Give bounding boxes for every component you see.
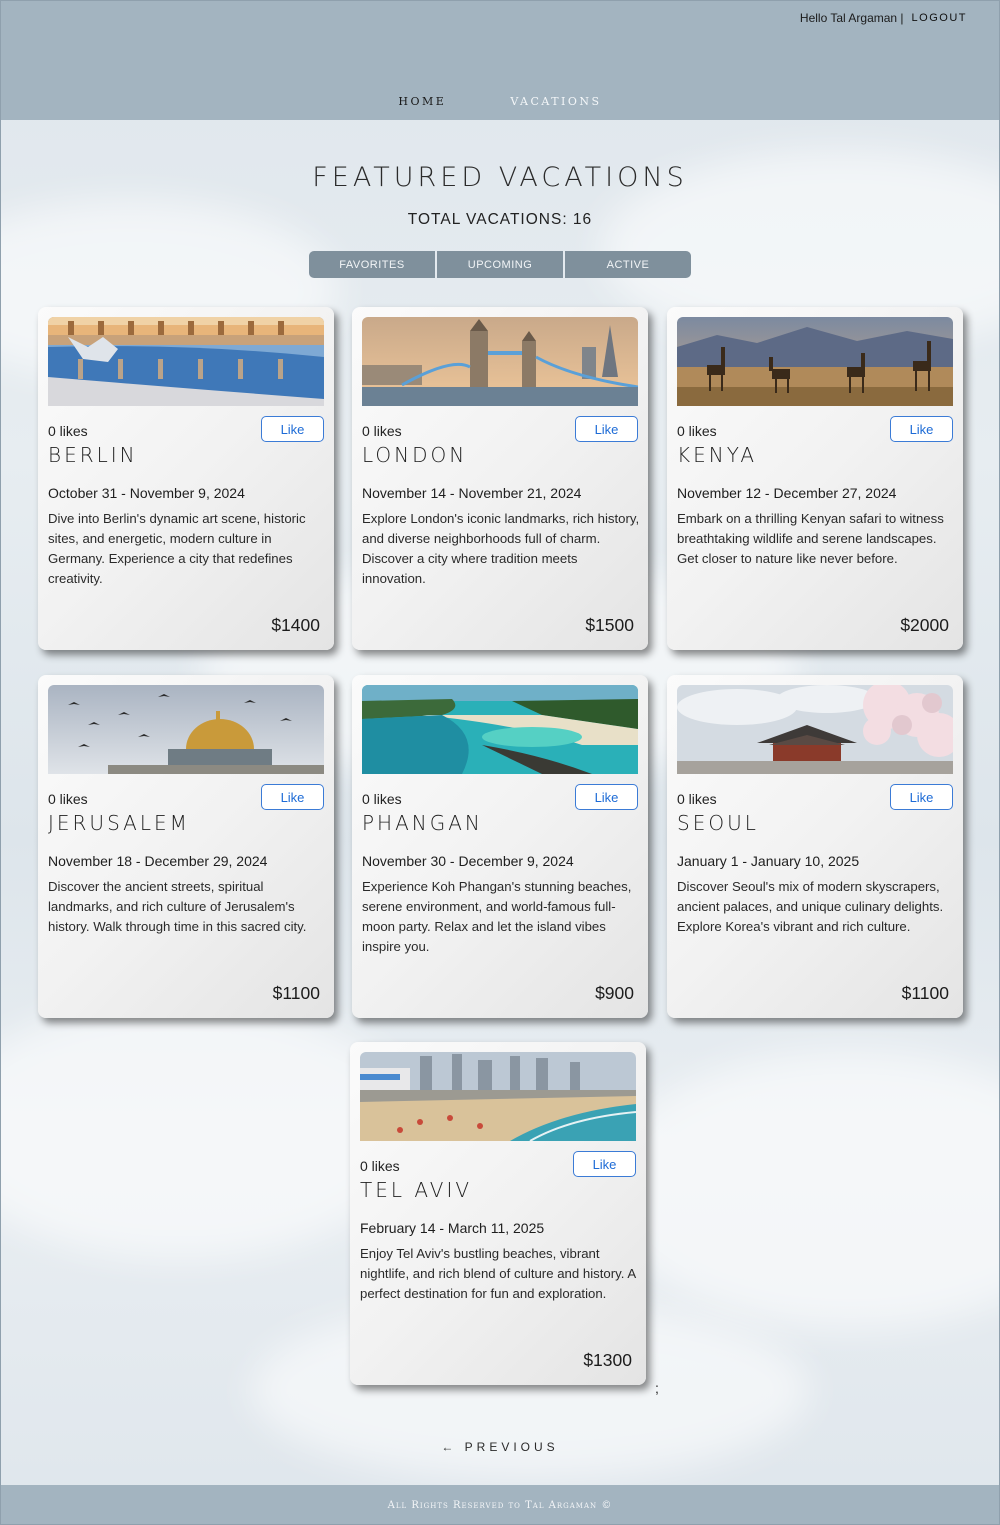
vacation-price: $1100 <box>272 983 320 1003</box>
giraffes-savanna-image <box>677 317 953 406</box>
vacation-price: $1500 <box>585 615 634 635</box>
vacation-card-tel-aviv: 0 likes Like TEL AVIV February 14 - Marc… <box>350 1042 646 1385</box>
user-bar: Hello Tal Argaman | LOGOUT <box>800 11 967 25</box>
like-button[interactable]: Like <box>261 416 324 442</box>
destination-name: PHANGAN <box>362 811 483 835</box>
user-greeting: Hello Tal Argaman | <box>799 11 904 25</box>
palace-cherry-blossom-image <box>677 685 953 774</box>
vacation-description: Explore London's iconic landmarks, rich … <box>362 511 640 586</box>
tropical-lagoon-image <box>362 685 638 774</box>
main-nav: HOME VACATIONS <box>0 95 1000 108</box>
destination-name: JERUSALEM <box>48 811 190 835</box>
like-button[interactable]: Like <box>575 784 638 810</box>
vacation-description: Embark on a thrilling Kenyan safari to w… <box>677 511 944 566</box>
vacation-card-jerusalem: 0 likes Like JERUSALEM November 18 - Dec… <box>38 675 334 1018</box>
favorites-filter-button[interactable]: FAVORITES <box>309 251 435 278</box>
vacation-description: Dive into Berlin's dynamic art scene, hi… <box>48 511 306 586</box>
page-title: FEATURED VACATIONS <box>312 162 688 193</box>
vacation-dates: February 14 - March 11, 2025 <box>360 1220 545 1236</box>
destination-name: LONDON <box>362 443 468 467</box>
vacation-dates: November 14 - November 21, 2024 <box>362 485 582 501</box>
city-beach-image <box>360 1052 636 1141</box>
top-header: Hello Tal Argaman | LOGOUT HOME VACATION… <box>0 0 1000 120</box>
like-button[interactable]: Like <box>890 416 953 442</box>
vacation-dates: November 30 - December 9, 2024 <box>362 853 574 869</box>
vacation-dates: January 1 - January 10, 2025 <box>677 853 860 869</box>
page-footer: All Rights Reserved to Tal Argaman © <box>0 1485 1000 1525</box>
vacation-price: $1100 <box>901 983 949 1003</box>
total-vacations: TOTAL VACATIONS: 16 <box>407 211 593 228</box>
vacation-card-berlin: 0 likes Like BERLIN October 31 - Novembe… <box>38 307 334 650</box>
berlin-fountain-image <box>48 317 324 406</box>
vacation-card-kenya: 0 likes Like KENYA November 12 - Decembe… <box>667 307 963 650</box>
vacation-description: Experience Koh Phangan's stunning beache… <box>362 879 632 954</box>
logout-button[interactable]: LOGOUT <box>912 12 967 24</box>
like-button[interactable]: Like <box>261 784 324 810</box>
stray-text: ; <box>655 1380 659 1396</box>
likes-count: 0 likes <box>677 423 717 439</box>
nav-vacations-link[interactable]: VACATIONS <box>510 95 601 108</box>
vacation-dates: November 18 - December 29, 2024 <box>48 853 268 869</box>
likes-count: 0 likes <box>48 791 88 807</box>
vacation-description: Discover the ancient streets, spiritual … <box>48 879 307 934</box>
footer-copyright: All Rights Reserved to Tal Argaman © <box>387 1499 613 1511</box>
nav-home-link[interactable]: HOME <box>398 95 446 108</box>
vacation-card-seoul: 0 likes Like SEOUL January 1 - January 1… <box>667 675 963 1018</box>
like-button[interactable]: Like <box>573 1151 636 1177</box>
destination-name: KENYA <box>677 443 758 467</box>
vacation-dates: November 12 - December 27, 2024 <box>677 485 897 501</box>
likes-count: 0 likes <box>362 423 402 439</box>
filter-group: FAVORITES UPCOMING ACTIVE <box>309 251 691 278</box>
like-button[interactable]: Like <box>890 784 953 810</box>
active-filter-button[interactable]: ACTIVE <box>565 251 691 278</box>
likes-count: 0 likes <box>48 423 88 439</box>
like-button[interactable]: Like <box>575 416 638 442</box>
vacation-card-london: 0 likes Like LONDON November 14 - Novemb… <box>352 307 648 650</box>
destination-name: TEL AVIV <box>360 1178 473 1202</box>
vacation-dates: October 31 - November 9, 2024 <box>48 485 245 501</box>
destination-name: BERLIN <box>48 443 138 467</box>
previous-page-button[interactable]: ← PREVIOUS <box>0 1440 1000 1454</box>
likes-count: 0 likes <box>360 1158 400 1174</box>
likes-count: 0 likes <box>677 791 717 807</box>
vacation-description: Discover Seoul's mix of modern skyscrape… <box>677 879 944 934</box>
vacation-price: $1300 <box>583 1350 632 1370</box>
vacation-description: Enjoy Tel Aviv's bustling beaches, vibra… <box>360 1246 636 1301</box>
vacation-card-phangan: 0 likes Like PHANGAN November 30 - Decem… <box>352 675 648 1018</box>
vacation-price: $2000 <box>900 615 949 635</box>
destination-name: SEOUL <box>677 811 759 835</box>
likes-count: 0 likes <box>362 791 402 807</box>
upcoming-filter-button[interactable]: UPCOMING <box>437 251 563 278</box>
vacation-price: $900 <box>595 983 634 1003</box>
dome-of-the-rock-image <box>48 685 324 774</box>
tower-bridge-image <box>362 317 638 406</box>
vacation-price: $1400 <box>271 615 320 635</box>
